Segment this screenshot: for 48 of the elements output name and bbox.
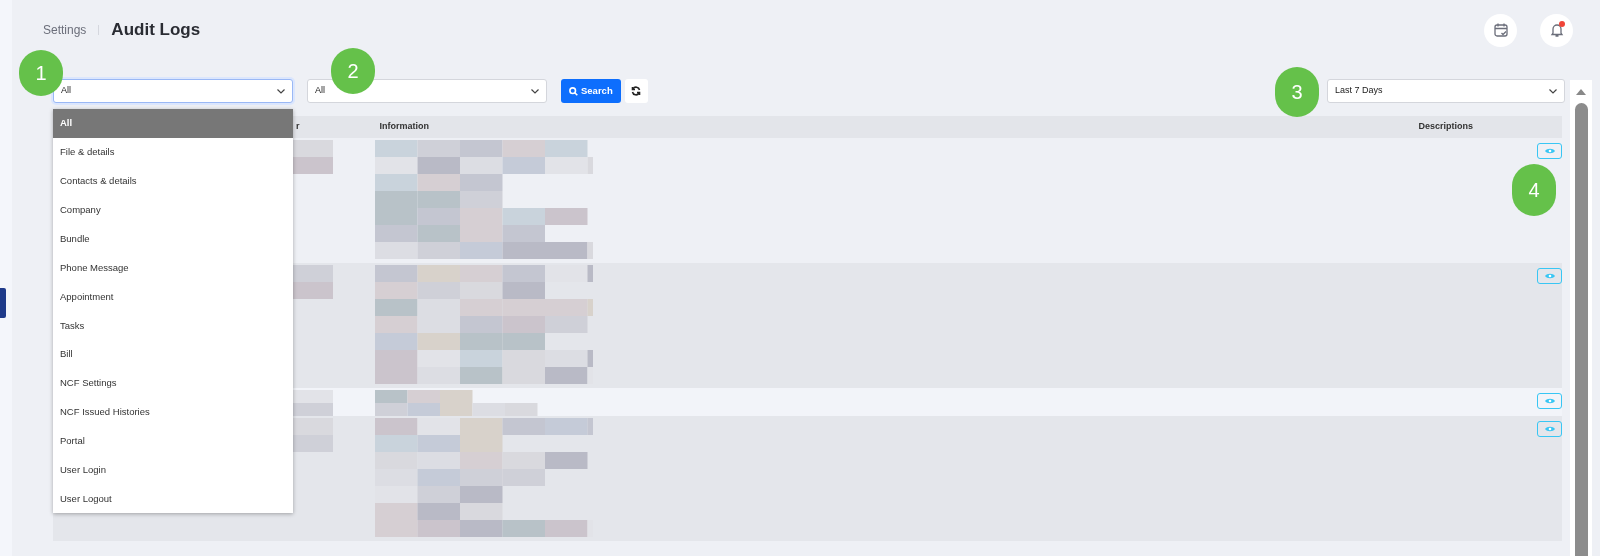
search-button[interactable]: Search — [561, 79, 621, 103]
dropdown-option[interactable]: User Login — [53, 455, 293, 485]
refresh-button[interactable] — [624, 79, 648, 103]
select-value: All — [61, 84, 71, 98]
scroll-up-icon — [1576, 89, 1586, 95]
dropdown-option[interactable]: NCF Issued Histories — [53, 397, 293, 427]
chevron-down-icon — [277, 88, 285, 94]
filter-select[interactable]: All — [307, 79, 547, 103]
sidebar-indicator — [0, 288, 6, 318]
page-title: Audit Logs — [111, 19, 201, 42]
date-range-select[interactable]: Last 7 Days — [1327, 79, 1565, 103]
scrollbar[interactable] — [1570, 80, 1592, 556]
column-header: Descriptions — [1418, 120, 1473, 134]
calendar-button[interactable] — [1484, 13, 1517, 47]
dropdown-option[interactable]: Bundle — [53, 224, 293, 254]
dropdown-option[interactable]: Tasks — [53, 311, 293, 341]
dropdown-option[interactable]: Appointment — [53, 282, 293, 312]
dropdown-option[interactable]: User Logout — [53, 484, 293, 514]
dropdown-option[interactable]: Phone Message — [53, 253, 293, 283]
step-callout-tooltip: 3 — [1275, 67, 1319, 117]
eye-icon — [1544, 273, 1555, 279]
select-value: Last 7 Days — [1335, 84, 1383, 98]
scrollbar-thumb[interactable] — [1574, 103, 1588, 556]
dropdown-option[interactable]: File & details — [53, 137, 293, 167]
search-icon — [569, 86, 578, 96]
dropdown-option[interactable]: All — [53, 109, 293, 138]
step-callout-tooltip: 2 — [331, 48, 375, 94]
dropdown-option[interactable]: NCF Settings — [53, 369, 293, 398]
view-button[interactable] — [1537, 393, 1562, 409]
dropdown-option[interactable]: Bill — [53, 340, 293, 369]
column-header: Information — [379, 120, 429, 134]
breadcrumb-link[interactable]: Settings — [43, 21, 87, 39]
calendar-icon — [1492, 22, 1509, 38]
dropdown-option[interactable]: Portal — [53, 426, 293, 456]
module-select[interactable]: All — [53, 79, 293, 103]
eye-icon — [1544, 398, 1555, 404]
refresh-icon — [631, 86, 642, 96]
dropdown-option[interactable]: Company — [53, 195, 293, 225]
eye-icon — [1544, 426, 1555, 432]
chevron-down-icon — [531, 88, 539, 94]
eye-icon — [1544, 148, 1555, 154]
chevron-down-icon — [1549, 88, 1557, 94]
dropdown-option[interactable]: Contacts & details — [53, 166, 293, 196]
column-header: r — [296, 120, 300, 134]
view-button[interactable] — [1537, 143, 1562, 159]
select-value: All — [315, 84, 325, 98]
notifications-button[interactable] — [1540, 13, 1573, 47]
bell-icon — [1548, 22, 1565, 38]
